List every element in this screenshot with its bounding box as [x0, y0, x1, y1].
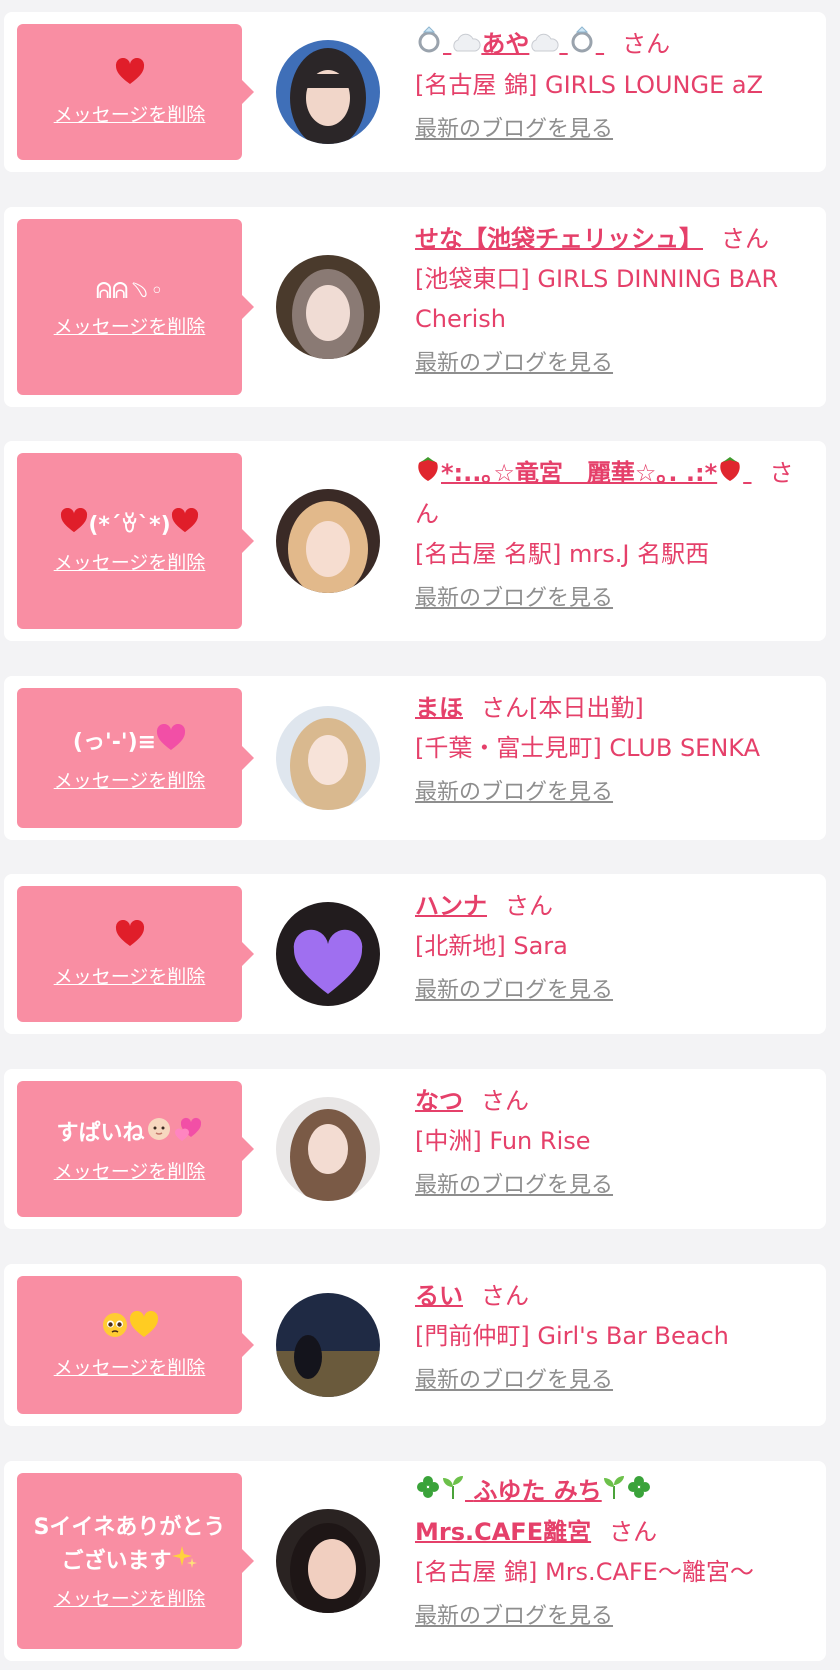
clover-icon [415, 1472, 441, 1512]
shop-name: [門前仲町] Girl's Bar Beach [415, 1322, 729, 1350]
seedling-icon [602, 1472, 626, 1512]
red-heart-icon [171, 507, 199, 544]
shop-name: [北新地] Sara [415, 932, 568, 960]
message-text: (っ'-')≡ [73, 723, 186, 762]
delete-message-button[interactable]: メッセージを削除 [54, 1353, 206, 1380]
message-text: Sイイネありがとうございます [25, 1512, 234, 1580]
latest-blog-link[interactable]: 最新のブログを見る [415, 1364, 613, 1398]
ring-icon [568, 25, 596, 65]
red-heart-icon [115, 919, 145, 958]
user-name-link[interactable]: せな【池袋チェリッシュ】 [415, 225, 703, 253]
red-heart-icon [115, 57, 145, 96]
message-text: (*´ꈊ`*) [60, 507, 199, 544]
shop-name: [中洲] Fun Rise [415, 1127, 591, 1155]
ring-icon [415, 25, 443, 65]
message-text [115, 57, 145, 96]
user-name-link[interactable]: るい [415, 1282, 463, 1310]
avatar[interactable] [276, 1097, 380, 1201]
delete-message-button[interactable]: メッセージを削除 [54, 766, 206, 793]
honorific: さん [481, 1282, 529, 1310]
yellow-heart-icon [129, 1310, 159, 1349]
pink-heart-icon [156, 723, 186, 762]
delete-message-button[interactable]: メッセージを削除 [54, 962, 206, 989]
latest-blog-link[interactable]: 最新のブログを見る [415, 113, 613, 147]
avatar[interactable] [276, 255, 380, 359]
latest-blog-link[interactable]: 最新のブログを見る [415, 582, 613, 616]
avatar[interactable] [276, 489, 380, 593]
list-item: (っ'-')≡ メッセージを削除 まほ さん[本日出勤] [千葉・富士見町] CL… [4, 676, 826, 840]
avatar[interactable] [276, 40, 380, 144]
honorific: さん [505, 892, 553, 920]
list-item: メッセージを削除 ハンナ さん [北新地] Sara 最新のブログを見る [4, 874, 826, 1034]
cloud-icon [529, 25, 559, 65]
list-item: (*´ꈊ`*) メッセージを削除 *:..｡☆竜宮 麗華☆｡. .:* さん [… [4, 441, 826, 641]
sparkles-icon [171, 1544, 198, 1580]
avatar[interactable] [276, 1293, 380, 1397]
latest-blog-link[interactable]: 最新のブログを見る [415, 1600, 613, 1634]
red-heart-icon [60, 507, 88, 544]
message-bubble: Sイイネありがとうございます メッセージを削除 [17, 1473, 254, 1649]
list-item: Sイイネありがとうございます メッセージを削除 ふゆた みち Mrs.CAFE離… [4, 1461, 826, 1661]
message-bubble: メッセージを削除 [17, 1276, 254, 1414]
user-name-link[interactable]: *:..｡☆竜宮 麗華☆｡. .:* [415, 457, 752, 487]
list-item: ᕱᕱ﹆◦ メッセージを削除 せな【池袋チェリッシュ】 さん [池袋東口] GIRL… [4, 207, 826, 407]
avatar[interactable] [276, 1509, 380, 1613]
attendance-status: [本日出勤] [529, 694, 644, 722]
clover-icon [626, 1472, 652, 1512]
pleading-face-icon [101, 1311, 129, 1349]
delete-message-button[interactable]: メッセージを削除 [54, 1584, 206, 1611]
seedling-icon [441, 1472, 465, 1512]
latest-blog-link[interactable]: 最新のブログを見る [415, 776, 613, 810]
message-bubble: メッセージを削除 [17, 24, 254, 160]
user-name-link[interactable]: なつ [415, 1087, 463, 1115]
shop-name: [名古屋 錦] GIRLS LOUNGE aZ [415, 71, 764, 99]
message-bubble: ᕱᕱ﹆◦ メッセージを削除 [17, 219, 254, 395]
honorific: さん [481, 694, 529, 722]
avatar[interactable] [276, 706, 380, 810]
honorific: さん [622, 30, 671, 58]
strawberry-icon [717, 454, 743, 494]
delete-message-button[interactable]: メッセージを削除 [54, 1157, 206, 1184]
shop-name: [名古屋 名駅] mrs.J 名駅西 [415, 540, 710, 568]
message-text: すぱいね [56, 1115, 202, 1153]
user-name-link-shop[interactable]: Mrs.CAFE離宮 [415, 1518, 591, 1546]
user-name-link[interactable]: まほ [415, 694, 463, 722]
message-bubble: (*´ꈊ`*) メッセージを削除 [17, 453, 254, 629]
list-item: すぱいね メッセージを削除 なつ さん [中洲] Fun Rise 最新のブログを… [4, 1069, 826, 1229]
user-name-link[interactable]: あや [415, 26, 604, 58]
delete-message-button[interactable]: メッセージを削除 [54, 548, 206, 575]
avatar[interactable] [276, 902, 380, 1006]
strawberry-icon [415, 454, 441, 494]
message-text [101, 1310, 159, 1349]
user-name-link[interactable]: ハンナ [415, 892, 487, 920]
honorific: さん [721, 225, 769, 253]
baby-icon [145, 1115, 173, 1153]
message-text [115, 919, 145, 958]
message-bubble: メッセージを削除 [17, 886, 254, 1022]
shop-name: [千葉・富士見町] CLUB SENKA [415, 734, 761, 762]
honorific: さん [481, 1087, 529, 1115]
latest-blog-link[interactable]: 最新のブログを見る [415, 347, 613, 381]
user-name-link[interactable]: ふゆた みち [415, 1476, 652, 1505]
latest-blog-link[interactable]: 最新のブログを見る [415, 974, 613, 1008]
list-item: メッセージを削除 るい さん [門前仲町] Girl's Bar Beach 最新… [4, 1264, 826, 1426]
message-bubble: (っ'-')≡ メッセージを削除 [17, 688, 254, 828]
cloud-icon [451, 25, 481, 65]
shop-name: [池袋東口] GIRLS DINNING BAR Cherish [415, 265, 779, 333]
message-text: ᕱᕱ﹆◦ [95, 278, 164, 304]
latest-blog-link[interactable]: 最新のブログを見る [415, 1169, 613, 1203]
message-bubble: すぱいね メッセージを削除 [17, 1081, 254, 1217]
honorific: さん [609, 1518, 658, 1546]
delete-message-button[interactable]: メッセージを削除 [54, 312, 206, 339]
two-hearts-icon [173, 1115, 203, 1153]
shop-name: [名古屋 錦] Mrs.CAFE〜離宮〜 [415, 1558, 754, 1586]
delete-message-button[interactable]: メッセージを削除 [54, 100, 206, 127]
list-item: メッセージを削除 あや さん [名古屋 錦] GIRLS LOUNGE aZ 最… [4, 12, 826, 172]
